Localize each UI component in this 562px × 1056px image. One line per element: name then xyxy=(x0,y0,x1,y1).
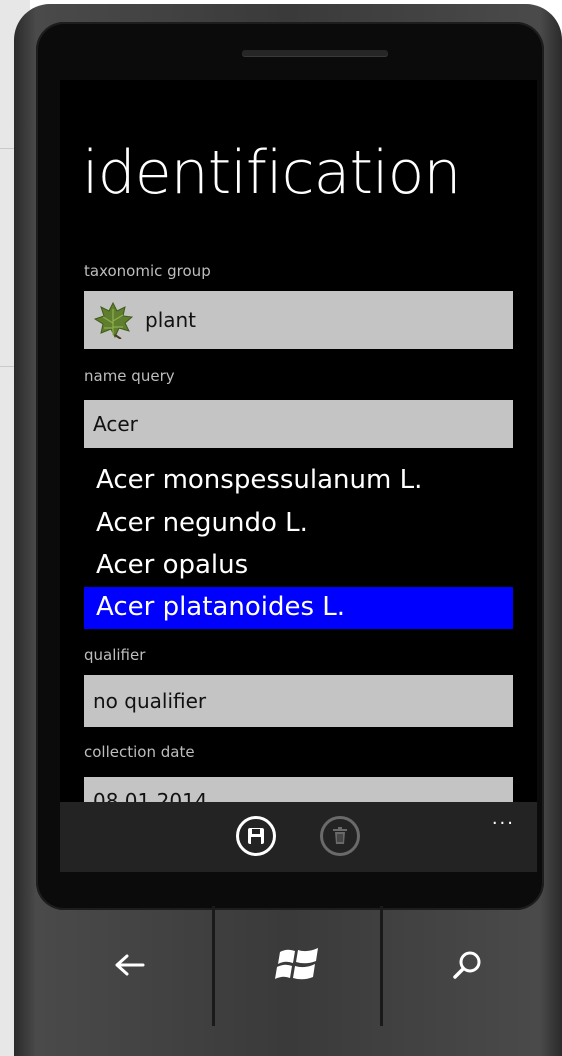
key-divider xyxy=(380,906,383,1026)
collection-date-label: collection date xyxy=(84,743,195,761)
taxonomic-group-label: taxonomic group xyxy=(84,262,211,280)
qualifier-value: no qualifier xyxy=(93,689,207,713)
name-query-value: Acer xyxy=(93,412,138,436)
start-key[interactable] xyxy=(258,930,338,1000)
application-bar: ... xyxy=(60,802,537,872)
speaker-grille xyxy=(242,50,388,56)
qualifier-picker[interactable]: no qualifier xyxy=(84,675,513,727)
leaf-icon xyxy=(93,301,133,339)
page-title: identification xyxy=(82,138,461,208)
save-icon xyxy=(248,828,264,844)
key-divider xyxy=(212,906,215,1026)
delete-icon xyxy=(333,827,347,844)
save-button[interactable] xyxy=(236,816,276,856)
search-icon xyxy=(453,951,481,979)
suggestion-item-selected[interactable]: Acer platanoides L. xyxy=(84,587,513,629)
name-query-input[interactable]: Acer xyxy=(84,400,513,448)
taxonomic-group-value: plant xyxy=(145,308,197,332)
suggestion-item[interactable]: Acer monspessulanum L. xyxy=(84,460,513,502)
taxonomic-group-picker[interactable]: plant xyxy=(84,291,513,349)
back-key[interactable] xyxy=(90,930,170,1000)
delete-button[interactable] xyxy=(320,816,360,856)
qualifier-label: qualifier xyxy=(84,646,146,664)
suggestion-item[interactable]: Acer opalus xyxy=(84,545,513,587)
back-arrow-icon xyxy=(115,954,145,976)
suggestion-item[interactable]: Acer negundo L. xyxy=(84,503,513,545)
windows-logo-icon xyxy=(275,948,318,980)
more-menu-button[interactable]: ... xyxy=(492,808,515,829)
name-query-label: name query xyxy=(84,367,175,385)
search-key[interactable] xyxy=(428,930,508,1000)
phone-screen: identification taxonomic group plant nam… xyxy=(60,80,537,872)
